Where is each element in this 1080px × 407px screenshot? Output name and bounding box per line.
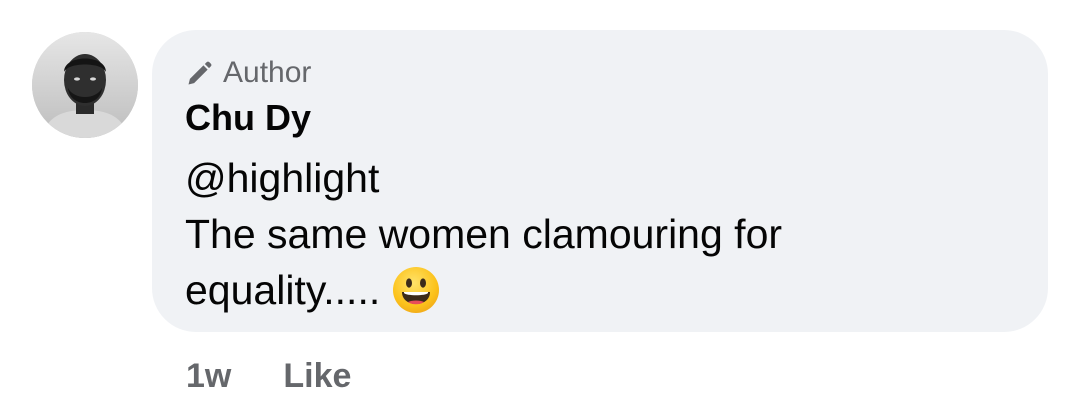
- avatar[interactable]: [32, 32, 138, 138]
- comment-text-line: The same women clamouring for: [185, 211, 783, 257]
- grinning-face-icon: [393, 267, 440, 313]
- avatar-image: [32, 32, 138, 138]
- comment-actions: 1w Like: [186, 354, 351, 398]
- pencil-icon: [188, 61, 212, 85]
- author-name[interactable]: Chu Dy: [185, 96, 311, 140]
- author-badge: Author: [185, 54, 311, 92]
- like-button[interactable]: Like: [283, 354, 351, 398]
- comment-text-line-last: equality.....: [185, 262, 1005, 318]
- author-badge-label: Author: [223, 56, 312, 89]
- comment: Author Chu Dy @highlight The same women …: [0, 0, 1080, 407]
- comment-text-fragment: equality.....: [185, 267, 381, 313]
- timestamp-link[interactable]: 1w: [186, 354, 231, 398]
- comment-text: @highlight The same women clamouring for…: [185, 150, 1005, 318]
- mention-link[interactable]: @highlight: [185, 150, 1005, 206]
